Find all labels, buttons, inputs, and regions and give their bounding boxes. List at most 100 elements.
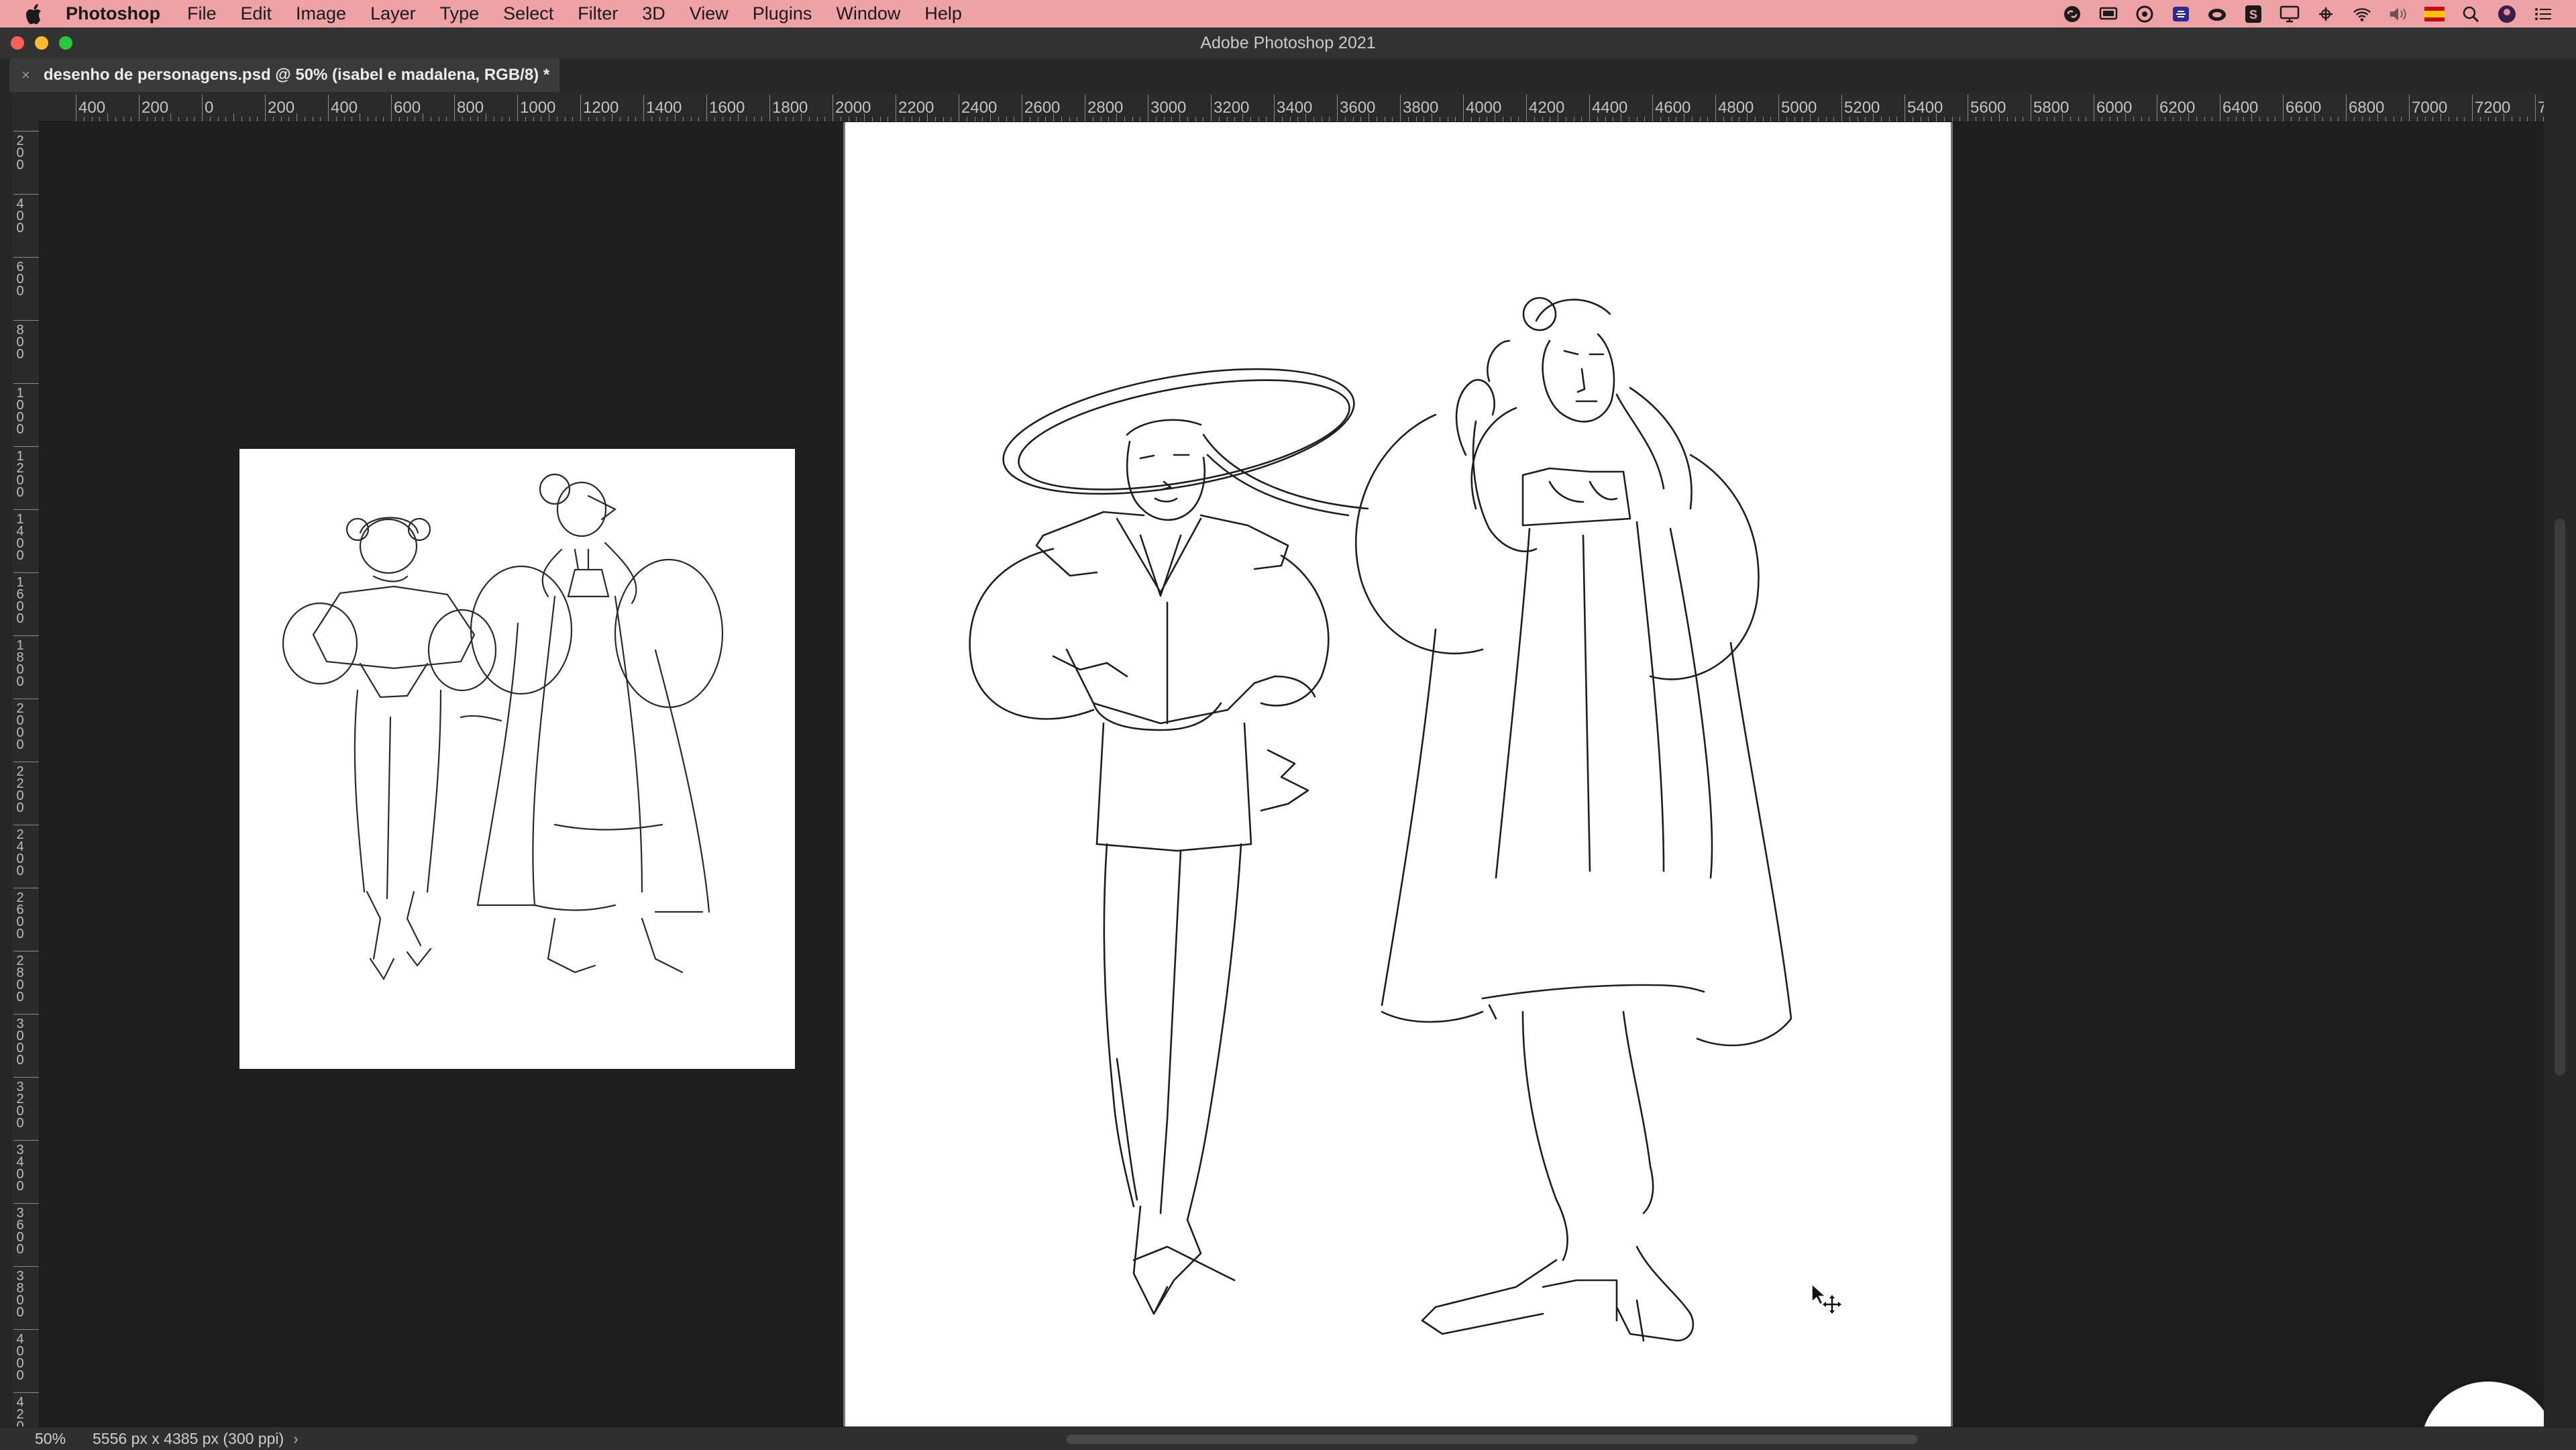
ruler-tick (1754, 117, 1756, 121)
menu-select[interactable]: Select (503, 3, 553, 24)
document-info-arrow-icon[interactable]: › (293, 1430, 299, 1448)
ruler-tick (745, 117, 747, 121)
ruler-tick (1581, 117, 1582, 121)
vertical-ruler[interactable]: 200 400 600 800 1000 1200 1400 1600 1800 2000 2200… (12, 121, 40, 1427)
ruler-tick (1045, 117, 1046, 121)
ruler-tick (998, 117, 999, 121)
horizontal-scrollbar-thumb[interactable] (1067, 1435, 1917, 1444)
flag-icon[interactable] (2424, 4, 2445, 24)
ruler-tick (1470, 117, 1472, 121)
menu-image[interactable]: Image (296, 3, 346, 24)
ruler-tick (1825, 117, 1827, 121)
ruler-tick (934, 117, 936, 121)
menu-window[interactable]: Window (836, 3, 900, 24)
display-icon[interactable] (2279, 4, 2300, 24)
ruler-tick (2267, 117, 2268, 121)
menu-filter[interactable]: Filter (578, 3, 618, 24)
ruler-tick (1006, 117, 1007, 121)
document-info[interactable]: 5556 px x 4385 px (300 ppi) (93, 1430, 284, 1448)
menu-photoshop[interactable]: Photoshop (66, 3, 160, 24)
canvas-area[interactable] (40, 122, 2544, 1427)
ruler-tick (1778, 95, 1779, 121)
close-tab-icon[interactable]: × (21, 66, 30, 84)
ruler-tick (1770, 117, 1772, 121)
ruler-tick (753, 117, 755, 121)
vertical-scrollbar[interactable] (2544, 92, 2576, 1427)
creative-cloud-icon[interactable] (2207, 4, 2227, 24)
document-tab[interactable]: × desenho de personagens.psd @ 50% (isab… (9, 58, 559, 92)
menu-plugins[interactable]: Plugins (753, 3, 812, 24)
ruler-label: 74 (2538, 99, 2544, 117)
ruler-tick (1786, 117, 1787, 121)
volume-icon[interactable] (2388, 4, 2408, 24)
ruler-tick (1668, 117, 1669, 121)
ruler-tick (470, 117, 471, 121)
ruler-label: 7200 (2475, 99, 2511, 117)
ruler-label: 800 (457, 99, 484, 117)
menu-type[interactable]: Type (440, 3, 480, 24)
ruler-tick (572, 117, 574, 121)
menu-view[interactable]: View (690, 3, 729, 24)
ruler-tick (1904, 95, 1905, 121)
ruler-tick (383, 117, 384, 121)
ruler-tick (690, 117, 692, 121)
ruler-label: 5400 (1907, 99, 1943, 117)
horizontal-ruler[interactable]: 400 200 0 200 400 600 800 1000 1200 1400 1600 1800 2… (39, 92, 2544, 122)
ruler-label: 6600 (2286, 99, 2322, 117)
avatar-icon[interactable] (2497, 4, 2517, 24)
ruler-tick (533, 117, 534, 121)
ruler-tick (1991, 117, 1992, 121)
ruler-tick (1313, 117, 1314, 121)
ruler-tick (13, 698, 39, 699)
menu-edit[interactable]: Edit (241, 3, 272, 24)
menu-layer[interactable]: Layer (370, 3, 416, 24)
ruler-tick (13, 257, 39, 258)
ruler-tick (1542, 117, 1543, 121)
ruler-tick (2251, 113, 2252, 121)
ruler-label: 1400 (646, 99, 682, 117)
ruler-tick (13, 509, 39, 510)
wifi-icon[interactable] (2352, 4, 2372, 24)
document-artboard[interactable] (843, 122, 1953, 1427)
ruler-tick (659, 117, 660, 121)
ruler-tick (2125, 113, 2126, 121)
plus-icon[interactable] (2316, 4, 2336, 24)
ruler-tick (2180, 117, 2182, 121)
menu-3d[interactable]: 3D (642, 3, 665, 24)
ruler-tick (643, 95, 644, 121)
ruler-tick (2172, 117, 2174, 121)
zoom-level[interactable]: 50% (35, 1430, 74, 1448)
creative-cloud-icon[interactable] (2062, 4, 2082, 24)
ruler-tick (824, 117, 826, 121)
ruler-tick (2141, 117, 2142, 121)
ruler-tick (627, 117, 629, 121)
app-icon[interactable] (2171, 4, 2191, 24)
ruler-tick (13, 635, 39, 636)
search-icon[interactable] (2461, 4, 2481, 24)
ruler-label: 4000 (16, 1332, 24, 1383)
ruler-label: 4200 (16, 1395, 24, 1427)
circle-icon[interactable] (2135, 4, 2155, 24)
ruler-label: 2600 (16, 890, 24, 941)
list-icon[interactable] (2533, 4, 2553, 24)
brand-logo-icon[interactable] (2420, 1382, 2544, 1427)
ruler-label: 800 (16, 323, 24, 362)
ruler-tick (454, 95, 455, 121)
ruler-label: 2000 (16, 701, 24, 752)
vertical-scrollbar-thumb[interactable] (2555, 519, 2565, 1076)
screen-icon[interactable] (2098, 4, 2118, 24)
ruler-tick (162, 117, 164, 121)
ruler-tick (1242, 113, 1243, 121)
ruler-label: 4600 (1655, 99, 1691, 117)
menu-help[interactable]: Help (924, 3, 962, 24)
ruler-tick (2290, 117, 2292, 121)
menu-file[interactable]: File (187, 3, 217, 24)
ruler-tick (706, 95, 707, 121)
ruler-tick (2314, 113, 2315, 121)
ruler-label: 5200 (1844, 99, 1880, 117)
apple-logo-icon[interactable] (25, 3, 44, 25)
ruler-tick (1936, 113, 1937, 121)
s-icon[interactable]: S (2243, 4, 2263, 24)
ruler-tick (2204, 117, 2205, 121)
ruler-tick (139, 95, 140, 121)
